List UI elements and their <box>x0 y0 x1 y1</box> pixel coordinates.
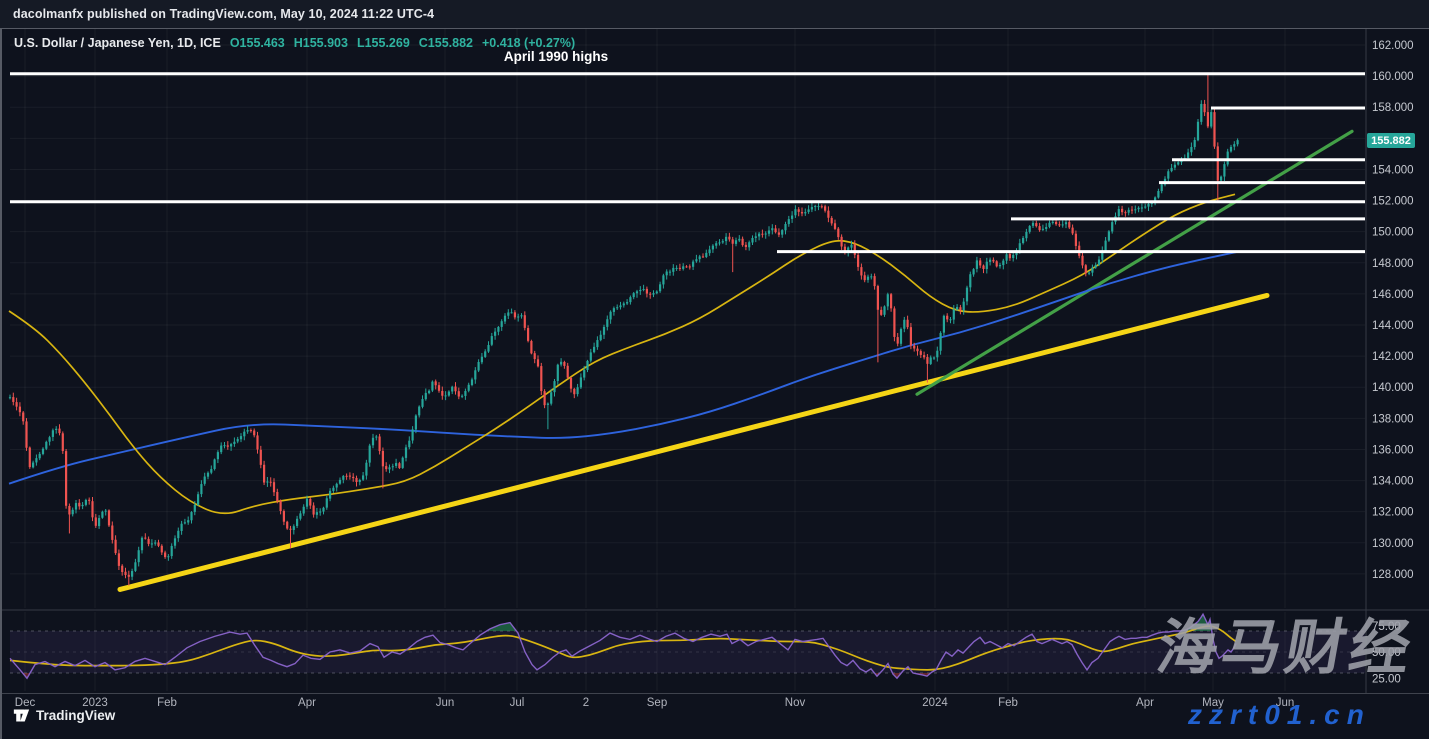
svg-text:Apr: Apr <box>1136 697 1154 709</box>
svg-text:150.000: 150.000 <box>1372 227 1414 239</box>
svg-text:Feb: Feb <box>998 697 1018 709</box>
chart-left-border <box>0 28 2 739</box>
svg-text:160.000: 160.000 <box>1372 71 1414 83</box>
svg-text:130.000: 130.000 <box>1372 538 1414 550</box>
watermark-url: zzrt01.cn <box>1188 701 1371 729</box>
svg-text:Sep: Sep <box>647 697 667 709</box>
svg-text:142.000: 142.000 <box>1372 351 1414 363</box>
svg-text:132.000: 132.000 <box>1372 507 1414 519</box>
svg-text:134.000: 134.000 <box>1372 476 1414 488</box>
publisher-bar: dacolmanfx published on TradingView.com,… <box>0 0 1429 29</box>
svg-text:Apr: Apr <box>298 697 316 709</box>
symbol-legend: U.S. Dollar / Japanese Yen, 1D, ICE O155.… <box>14 36 575 50</box>
legend-change: +0.418 (+0.27%) <box>482 36 575 50</box>
last-price-label: 155.882 <box>1367 133 1415 148</box>
svg-text:146.000: 146.000 <box>1372 289 1414 301</box>
tradingview-published-chart: 162.000 160.000 158.000 154.000 152.000 150.0… <box>0 0 1429 739</box>
svg-text:162.000: 162.000 <box>1372 40 1414 52</box>
svg-text:2: 2 <box>583 697 589 709</box>
svg-text:154.000: 154.000 <box>1372 164 1414 176</box>
legend-close: C155.882 <box>419 36 473 50</box>
svg-text:140.000: 140.000 <box>1372 382 1414 394</box>
legend-low: L155.269 <box>357 36 410 50</box>
svg-text:Feb: Feb <box>157 697 177 709</box>
svg-text:128.000: 128.000 <box>1372 569 1414 581</box>
legend-open: O155.463 <box>230 36 285 50</box>
tradingview-logo[interactable]: TradingView <box>13 707 115 724</box>
svg-text:144.000: 144.000 <box>1372 320 1414 332</box>
tradingview-logo-text: TradingView <box>36 708 115 723</box>
tradingview-icon <box>13 707 30 724</box>
svg-text:148.000: 148.000 <box>1372 258 1414 270</box>
svg-text:152.000: 152.000 <box>1372 196 1414 208</box>
svg-text:158.000: 158.000 <box>1372 102 1414 114</box>
svg-text:Jul: Jul <box>510 697 525 709</box>
svg-text:Jun: Jun <box>436 697 455 709</box>
watermark-chinese: 海马财经 <box>1153 618 1420 678</box>
svg-text:136.000: 136.000 <box>1372 444 1414 456</box>
publisher-text: dacolmanfx published on TradingView.com,… <box>0 7 434 21</box>
legend-high: H155.903 <box>294 36 348 50</box>
symbol-title: U.S. Dollar / Japanese Yen, 1D, ICE <box>14 36 221 50</box>
svg-text:Nov: Nov <box>785 697 806 709</box>
svg-text:138.000: 138.000 <box>1372 413 1414 425</box>
annotation-april-1990-highs: April 1990 highs <box>466 49 646 64</box>
svg-text:2024: 2024 <box>922 697 948 709</box>
